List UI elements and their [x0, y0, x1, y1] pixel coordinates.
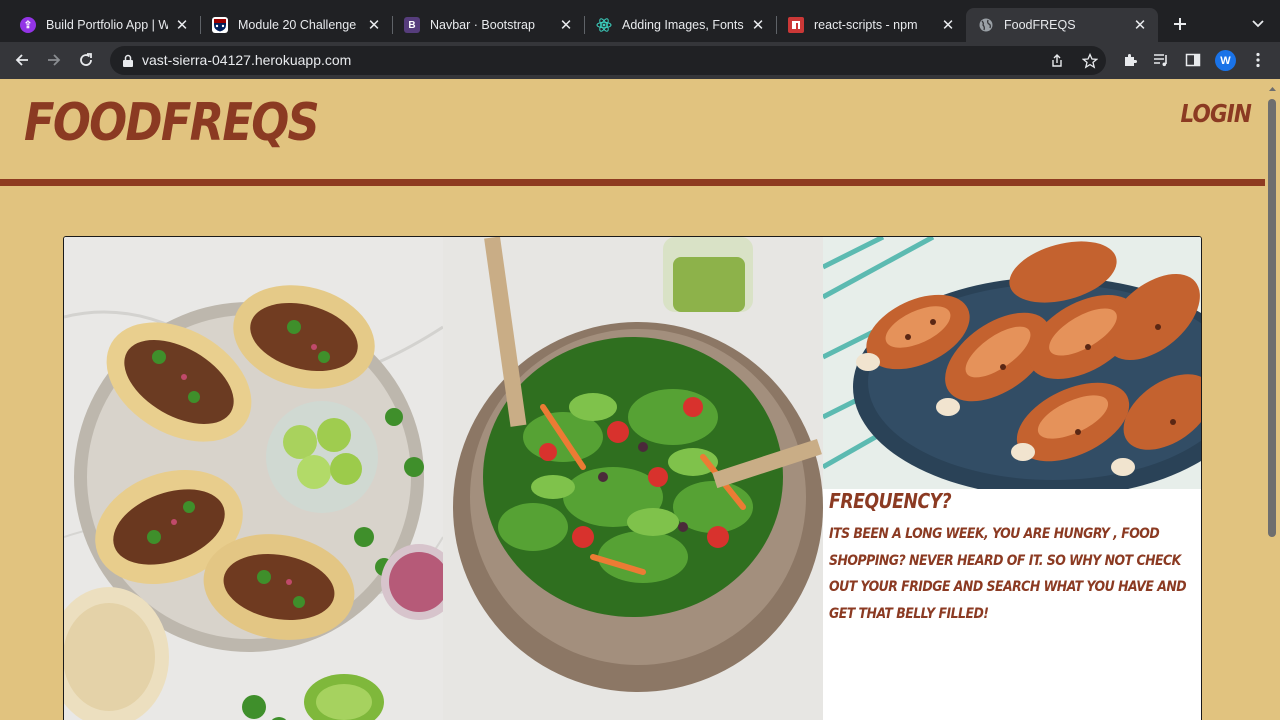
- tab-strip: ⇪ Build Portfolio App | W ✕ Module 20 Ch…: [0, 0, 1280, 42]
- scroll-up-arrow-icon[interactable]: [1265, 83, 1280, 95]
- scrollbar-thumb[interactable]: [1268, 99, 1276, 537]
- tab-search-chevron-down-icon[interactable]: [1246, 12, 1270, 36]
- media-queue-icon[interactable]: [1149, 48, 1173, 72]
- tab-foodfreqs[interactable]: FoodFREQS ✕: [966, 8, 1158, 42]
- tab-title: Build Portfolio App | W: [46, 18, 168, 32]
- close-icon[interactable]: ✕: [750, 16, 766, 34]
- card-frequency: FREQUENCY? ITS BEEN A LONG WEEK, YOU ARE…: [823, 237, 1201, 720]
- tab-title: Adding Images, Fonts,: [622, 18, 744, 32]
- close-icon[interactable]: ✕: [174, 16, 190, 34]
- purple-app-icon: ⇪: [20, 17, 36, 33]
- card-title: FREQUENCY?: [829, 489, 952, 513]
- tab-title: react-scripts - npm: [814, 18, 918, 32]
- reload-icon[interactable]: [74, 48, 98, 72]
- tacos-photo: [64, 237, 443, 720]
- tab-navbar-bootstrap[interactable]: B Navbar · Bootstrap ✕: [392, 8, 584, 42]
- close-icon[interactable]: ✕: [366, 16, 382, 34]
- bookmark-star-icon[interactable]: [1081, 52, 1099, 70]
- card-salad: [443, 237, 823, 720]
- back-arrow-icon[interactable]: [10, 48, 34, 72]
- forward-arrow-icon[interactable]: [42, 48, 66, 72]
- card-tacos: [64, 237, 443, 720]
- salad-bowl-photo: [443, 237, 823, 720]
- page-viewport: FOODFREQS LOGIN FREQUENCY? ITS BEEN A LO…: [0, 79, 1280, 720]
- react-icon: [596, 17, 612, 33]
- tab-build-portfolio[interactable]: ⇪ Build Portfolio App | W ✕: [8, 8, 200, 42]
- site-header: FOODFREQS LOGIN: [0, 79, 1265, 179]
- bootstrap-icon: B: [404, 17, 420, 33]
- site-brand-logo[interactable]: FOODFREQS: [24, 93, 320, 153]
- tab-title: Navbar · Bootstrap: [430, 18, 535, 32]
- tab-react-scripts[interactable]: react-scripts - npm ✕: [776, 8, 966, 42]
- extensions-puzzle-icon[interactable]: [1118, 48, 1142, 72]
- tab-module-20[interactable]: Module 20 Challenge ✕: [200, 8, 392, 42]
- card-body: FREQUENCY? ITS BEEN A LONG WEEK, YOU ARE…: [829, 489, 1197, 627]
- card-group: FREQUENCY? ITS BEEN A LONG WEEK, YOU ARE…: [63, 236, 1202, 720]
- close-icon[interactable]: ✕: [940, 16, 956, 34]
- kebab-menu-icon[interactable]: [1246, 48, 1270, 72]
- npm-icon: [788, 17, 804, 33]
- new-tab-button[interactable]: [1168, 12, 1192, 36]
- share-icon[interactable]: [1048, 52, 1066, 70]
- university-shield-icon: [212, 17, 228, 33]
- browser-toolbar: vast-sierra-04127.herokuapp.com W: [0, 42, 1280, 79]
- tab-adding-images[interactable]: Adding Images, Fonts, ✕: [584, 8, 776, 42]
- grilled-chicken-drumsticks-photo: [823, 237, 1201, 489]
- globe-icon: [978, 17, 994, 33]
- page-scrollbar[interactable]: [1265, 79, 1280, 720]
- card-text: ITS BEEN A LONG WEEK, YOU ARE HUNGRY , F…: [829, 526, 1187, 622]
- header-divider: [0, 179, 1265, 186]
- close-icon[interactable]: ✕: [1132, 16, 1148, 34]
- profile-avatar[interactable]: W: [1215, 50, 1236, 71]
- side-panel-icon[interactable]: [1181, 48, 1205, 72]
- address-bar[interactable]: vast-sierra-04127.herokuapp.com: [110, 46, 1106, 75]
- close-icon[interactable]: ✕: [558, 16, 574, 34]
- login-link[interactable]: LOGIN: [1180, 99, 1251, 128]
- tab-title: FoodFREQS: [1004, 18, 1076, 32]
- url-text: vast-sierra-04127.herokuapp.com: [142, 52, 352, 68]
- tab-title: Module 20 Challenge: [238, 18, 357, 32]
- lock-icon: [122, 53, 134, 67]
